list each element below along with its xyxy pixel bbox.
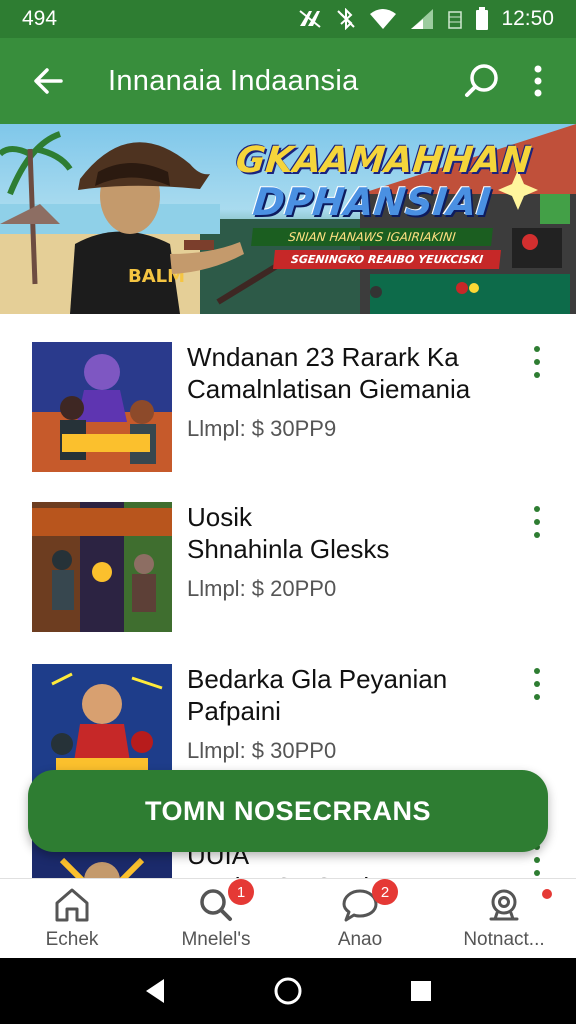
back-triangle-icon[interactable] (142, 977, 168, 1005)
list-item[interactable]: Uosik Shnahinla Glesks Llmpl: $ 20PP0 (0, 474, 576, 634)
item-title-line1: Bedarka Gla Peyanian (187, 664, 448, 694)
search-icon (465, 64, 498, 97)
notification-badge: 1 (228, 879, 254, 905)
item-title-line1: Wndanan 23 Rarark Ka (187, 342, 459, 372)
item-thumbnail (32, 342, 172, 472)
nav-item-label: Mnelel's (181, 929, 251, 950)
notification-dot (542, 889, 552, 899)
promo-banner[interactable]: BALM GKAAMAHHAN DPHANSIAI SNIAN HANAWS I… (0, 124, 576, 314)
nav-item-home[interactable]: Echek (0, 879, 144, 958)
banner-subtitle-1: SNIAN HANAWS IGAIRIAKINI (251, 228, 493, 246)
search-button[interactable] (454, 49, 510, 113)
overflow-menu-icon (534, 65, 542, 97)
status-left-text: 494 (22, 7, 58, 30)
item-more-icon[interactable] (526, 506, 548, 538)
home-icon (55, 888, 89, 922)
primary-action-button[interactable]: TOMN NOSECRRANS (28, 770, 548, 852)
nav-item-more[interactable]: Notnact... (432, 879, 576, 958)
nav-item-chat[interactable]: 2 Anao (288, 879, 432, 958)
overflow-menu-button[interactable] (510, 49, 566, 113)
back-button[interactable] (16, 49, 80, 113)
back-arrow-icon (34, 68, 63, 94)
notification-badge: 2 (372, 879, 398, 905)
item-more-icon[interactable] (526, 346, 548, 378)
item-title-line1: Uosik (187, 502, 253, 532)
item-price: Llmpl: $ 30PP0 (187, 738, 337, 763)
item-title-line2: Pafpaini (187, 696, 281, 726)
webcam-icon (489, 889, 519, 921)
status-icons: 12:50 (297, 7, 554, 31)
nav-item-label: Notnact... (463, 929, 545, 950)
battery-icon (476, 7, 489, 30)
item-price: Llmpl: $ 30PP9 (187, 416, 337, 441)
system-navigation-bar (0, 958, 576, 1024)
item-more-icon[interactable] (526, 668, 548, 700)
page-title: Innanaia Indaansia (108, 64, 359, 97)
home-circle-icon[interactable] (273, 976, 303, 1006)
wifi-icon (370, 9, 397, 29)
item-title-line2: Camalnlatisan Giemania (187, 374, 471, 404)
item-price: Llmpl: $ 20PP0 (187, 576, 337, 601)
status-bar: 494 12:50 (0, 0, 576, 38)
nav-item-search[interactable]: 1 Mnelel's (144, 879, 288, 958)
list-item[interactable]: Wndanan 23 Rarark Ka Camalnlatisan Giema… (0, 314, 576, 474)
data-icon (448, 11, 463, 29)
banner-subtitle-2: SGENINGKO REAIBO YEUKCISKI (273, 250, 501, 269)
app-bar: Innanaia Indaansia (0, 38, 576, 124)
nfc-icon (299, 10, 322, 28)
banner-headline-1: GKAAMAHHAN (233, 140, 534, 181)
signal-icon (411, 9, 434, 29)
item-title-line2: Shnahinla Glesks (187, 534, 390, 564)
recents-square-icon[interactable] (408, 978, 434, 1004)
nav-item-label: Echek (45, 929, 99, 950)
bluetooth-icon (337, 8, 356, 30)
nav-item-label: Anao (337, 929, 383, 950)
status-time: 12:50 (501, 7, 554, 30)
banner-headline-2: DPHANSIAI (250, 180, 494, 224)
bottom-navigation: Echek 1 Mnelel's 2 Anao Notnact... (0, 878, 576, 958)
item-thumbnail (32, 502, 172, 632)
